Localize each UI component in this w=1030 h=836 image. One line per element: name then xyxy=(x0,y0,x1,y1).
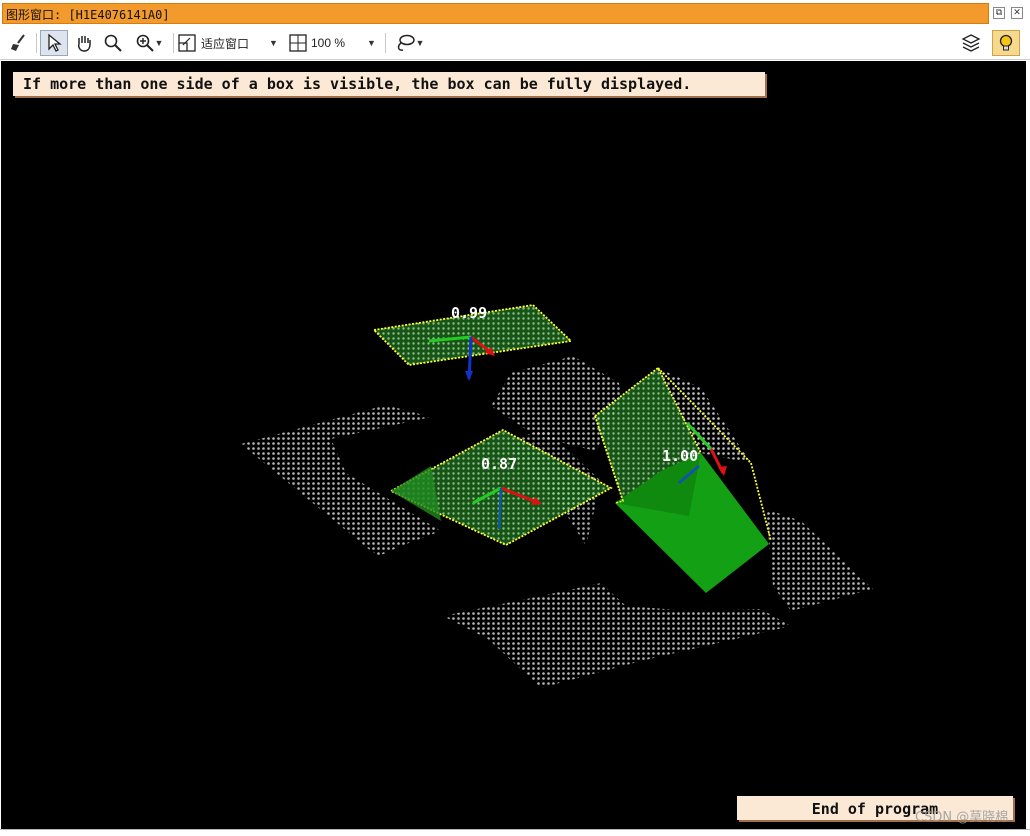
chevron-down-icon: ▼ xyxy=(415,38,425,48)
layers-button[interactable] xyxy=(958,30,984,56)
zoom-dropdown[interactable]: ▼ xyxy=(129,30,169,56)
chevron-down-icon: ▼ xyxy=(154,38,164,48)
zoom-percent-dropdown[interactable]: 100 % ▼ xyxy=(288,30,383,56)
magnify-tool-button[interactable] xyxy=(100,30,126,56)
toolbar: ▼ 适应窗口 ▼ 100 % ▼ ▼ xyxy=(0,27,1030,60)
arrow-head xyxy=(718,466,727,476)
window-title: 图形窗口: [H1E4076141A0] xyxy=(6,8,170,22)
lightbulb-button[interactable] xyxy=(992,30,1020,56)
lasso-dropdown[interactable]: ▼ xyxy=(389,30,429,56)
message-banner: If more than one side of a box is visibl… xyxy=(13,72,765,96)
magnifier-icon xyxy=(104,34,122,52)
point-cloud-scene: 0.99 0.87 1.00 xyxy=(241,304,873,688)
pointer-tool-button[interactable] xyxy=(40,30,68,56)
move-tool-button[interactable] xyxy=(71,30,97,56)
lasso-icon xyxy=(397,34,415,51)
box-score-label: 0.87 xyxy=(481,455,517,473)
zoom-percent-value: 100 % xyxy=(311,36,346,50)
box-score-label: 1.00 xyxy=(662,447,698,465)
lightbulb-icon xyxy=(999,34,1013,51)
fit-window-icon xyxy=(178,34,196,52)
point-cloud-right xyxy=(766,509,873,611)
fit-window-label: 适应窗口 xyxy=(201,36,250,51)
point-cloud-bottom xyxy=(443,583,791,688)
close-button[interactable]: ✕ xyxy=(1011,7,1023,19)
layers-icon xyxy=(961,34,981,52)
clear-window-button[interactable] xyxy=(6,30,32,56)
fit-window-dropdown[interactable]: 适应窗口 ▼ xyxy=(177,30,287,56)
pointer-icon xyxy=(48,33,62,52)
chevron-down-icon: ▼ xyxy=(367,38,376,48)
box-score-label: 0.99 xyxy=(451,304,487,322)
graphics-canvas[interactable]: 0.99 0.87 1.00 If more than one side of … xyxy=(1,61,1026,829)
watermark: CSDN @莫晓棉 xyxy=(915,810,1009,825)
broom-icon xyxy=(11,34,25,51)
zoom-percent-icon xyxy=(289,34,307,52)
restore-button[interactable]: ⧉ xyxy=(993,7,1005,19)
arrow-head xyxy=(465,371,473,381)
hand-icon xyxy=(78,36,91,52)
window-titlebar: 图形窗口: [H1E4076141A0] ⧉ ✕ xyxy=(0,0,1030,27)
zoom-in-icon xyxy=(136,34,154,52)
chevron-down-icon: ▼ xyxy=(269,38,278,48)
